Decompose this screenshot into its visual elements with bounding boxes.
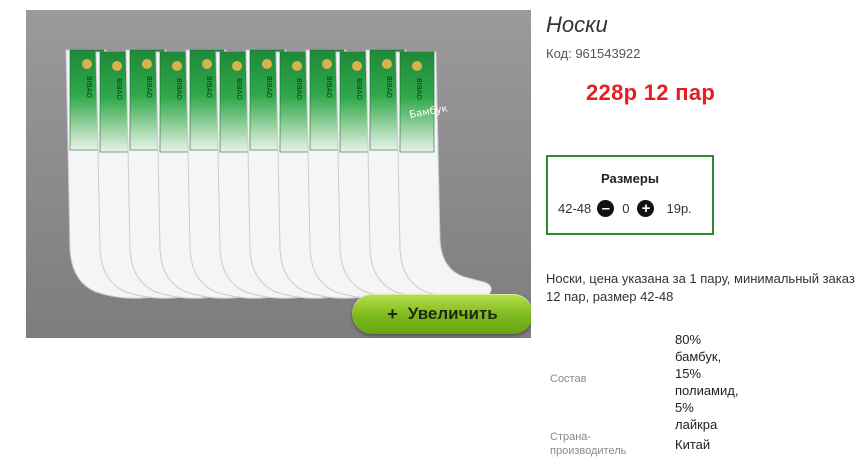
plus-icon: + (387, 303, 398, 324)
svg-text:BIBAO: BIBAO (295, 78, 303, 100)
size-price: 19р. (666, 201, 692, 216)
country-label-line: производитель (550, 445, 627, 457)
composition-line: 80% (675, 332, 702, 347)
svg-text:BIBAO: BIBAO (415, 78, 423, 100)
zoom-button-label: Увеличить (407, 304, 498, 323)
svg-text:BIBAO: BIBAO (355, 78, 363, 100)
composition-line: полиамид, (675, 383, 739, 398)
svg-text:BIBAO: BIBAO (325, 76, 333, 98)
plus-circle-icon[interactable]: + (637, 200, 655, 217)
spec-label-country: Страна- производитель (550, 430, 626, 458)
svg-text:BIBAO: BIBAO (205, 76, 213, 98)
size-row: 42-48 – 0 + 19р. (558, 200, 692, 217)
size-value: 42-48 (558, 201, 592, 216)
product-description: Носки, цена указана за 1 пару, минимальн… (546, 271, 855, 304)
product-price: 228р 12 пар (586, 80, 716, 105)
composition-line: 15% (675, 366, 702, 381)
spec-value-country: Китай (675, 437, 711, 452)
svg-text:BIBAO: BIBAO (145, 76, 153, 98)
svg-text:BIBAO: BIBAO (265, 76, 273, 98)
spec-value-composition: 80% бамбук, 15% полиамид, 5% лайкра (675, 331, 738, 433)
composition-line: 5% (675, 400, 694, 415)
svg-text:BIBAO: BIBAO (385, 76, 393, 98)
country-label-line: Страна- (550, 431, 592, 443)
svg-text:BIBAO: BIBAO (175, 78, 183, 100)
zoom-button[interactable]: + Увеличить (352, 294, 531, 334)
sizes-title: Размеры (601, 171, 659, 186)
composition-line: лайкра (675, 417, 718, 432)
svg-text:BIBAO: BIBAO (115, 78, 123, 100)
product-image[interactable]: BIBAO BIBAO BIBAO BIBAO BIBAO BIBAO BIBAO BIBAO… (26, 10, 531, 338)
composition-line: бамбук, (675, 349, 722, 364)
minus-circle-icon[interactable]: – (597, 200, 615, 217)
product-title: Носки (546, 12, 608, 37)
socks-illustration: BIBAO BIBAO BIBAO BIBAO BIBAO BIBAO BIBAO BIBAO… (26, 10, 531, 338)
product-code: Код: 961543922 (546, 46, 641, 61)
svg-text:BIBAO: BIBAO (235, 78, 243, 100)
quantity-value[interactable]: 0 (622, 201, 629, 216)
spec-label-composition: Состав (550, 373, 587, 385)
sizes-panel: Размеры 42-48 – 0 + 19р. (546, 155, 714, 235)
svg-text:BIBAO: BIBAO (85, 76, 93, 98)
